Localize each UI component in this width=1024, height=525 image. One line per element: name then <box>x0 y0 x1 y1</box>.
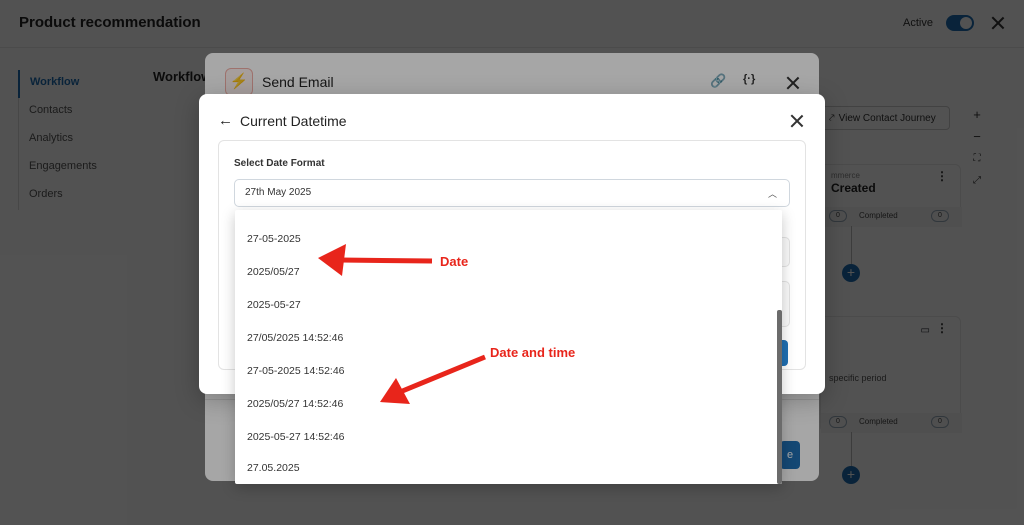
chevron-up-icon: ︿ <box>767 189 777 199</box>
date-annotation: Date <box>440 254 469 269</box>
scrollbar-thumb[interactable] <box>777 310 782 484</box>
list-item[interactable]: 27.05.2025 <box>235 452 775 484</box>
list-item[interactable]: 2025/05/27 14:52:46 <box>235 388 775 421</box>
selected-format: 27th May 2025 <box>245 187 312 198</box>
date-format-select[interactable]: 27th May 2025 ︿ <box>234 179 790 207</box>
list-item[interactable]: 2025-05-27 14:52:46 <box>235 421 775 454</box>
close-icon[interactable] <box>789 113 805 129</box>
list-item-partial: ⋯ <box>235 210 775 214</box>
list-item[interactable]: 2025/05/27 <box>235 256 775 289</box>
modal-title: Current Datetime <box>240 113 347 129</box>
back-arrow-icon[interactable]: ← <box>218 112 233 129</box>
list-item[interactable]: 27-05-2025 <box>235 223 775 256</box>
list-item[interactable]: 2025-05-27 <box>235 289 775 322</box>
date-format-label: Select Date Format <box>234 158 325 169</box>
datetime-annotation: Date and time <box>490 345 576 360</box>
